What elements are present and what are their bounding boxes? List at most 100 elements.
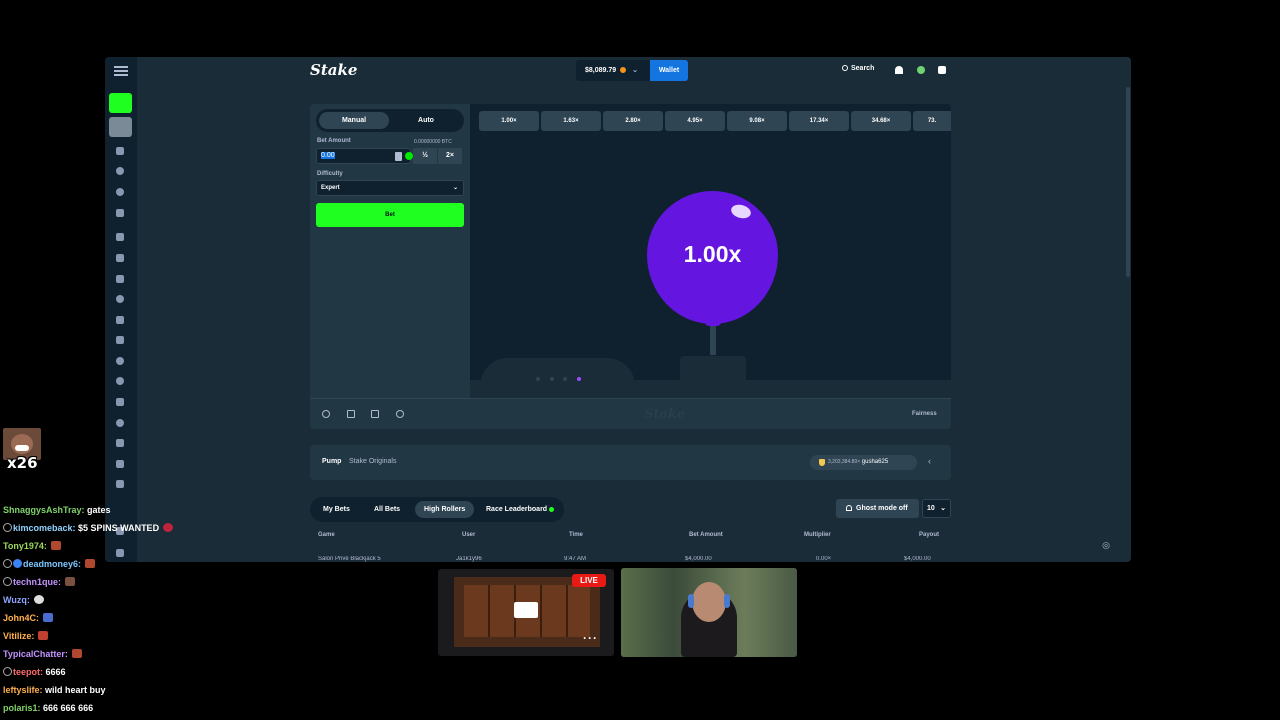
game-container: Manual Auto Bet Amount 0.00000000 BTC 0.… [310,104,951,429]
chat-text: 6666 [45,667,66,677]
bet-button[interactable]: Bet [316,203,464,227]
difficulty-select[interactable]: Expert ⌄ [316,180,464,196]
chat-user[interactable]: kimcomeback: [13,523,76,533]
slots-icon[interactable] [116,275,124,283]
row-user[interactable]: Ja1k1y96 [456,556,482,562]
chat-message: leftyslife: wild heart buy [3,683,106,697]
game-provider[interactable]: Stake Originals [349,458,396,465]
roulette-icon[interactable] [116,357,124,365]
bet-amount-value: 0.00 [321,152,335,159]
sidebar-casino-tile[interactable] [109,93,132,113]
pump-stem [710,325,716,355]
bet-amount-label: Bet Amount [317,138,351,144]
chat-user[interactable]: techn1que: [13,577,61,587]
chat-user[interactable]: Vitilize: [3,631,34,641]
tab-all-bets[interactable]: All Bets [365,501,409,518]
originals-icon[interactable] [116,209,124,217]
chat-user[interactable]: TypicalChatter: [3,649,68,659]
sidebar-sports-tile[interactable] [109,117,132,137]
ghost-icon [846,505,852,511]
chevron-down-icon: ⌄ [940,505,946,512]
live-casino-icon[interactable] [116,295,124,303]
rocket-icon[interactable] [116,336,124,344]
wheel-icon[interactable] [116,377,124,385]
releases-icon[interactable] [116,480,124,488]
user-icon[interactable] [895,66,903,74]
gift-icon[interactable] [116,316,124,324]
stats-icon[interactable] [371,410,379,418]
race-leaderboard-label: Race Leaderboard [486,506,548,513]
chat-user[interactable]: polaris1: [3,703,41,713]
ghost-mode-button[interactable]: Ghost mode off [836,499,919,518]
chat-user[interactable]: leftyslife: [3,685,43,695]
chat-user[interactable]: teepot: [13,667,43,677]
theatre-mode-icon[interactable] [347,410,355,418]
stepper-icon[interactable] [395,152,402,161]
top-win-badge[interactable]: 3,203,384.89× gusha625 [810,455,917,470]
fire-icon[interactable] [116,233,124,241]
stake-logo[interactable]: Stake [310,61,357,79]
wallet-button[interactable]: Wallet [650,60,688,81]
search-button[interactable]: Search [842,65,874,72]
tab-auto[interactable]: Auto [391,112,461,129]
game-shows-icon[interactable] [116,398,124,406]
game-area[interactable]: 1.00× 1.63× 2.80× 4.95× 9.08× 17.34× 34.… [470,104,951,398]
chat-icon[interactable] [938,66,946,74]
badge-icon [3,667,12,676]
dice-icon[interactable] [116,419,124,427]
row-count-select[interactable]: 10 ⌄ [922,499,951,518]
support-icon[interactable]: ◎ [1098,540,1114,554]
streamer-emote: x26 [3,428,41,474]
table-games-icon[interactable] [116,439,124,447]
chat-user[interactable]: Wuzq: [3,595,30,605]
row-game[interactable]: Salon Privé Blackjack 5 [318,556,381,562]
tab-my-bets[interactable]: My Bets [314,501,359,518]
chip-icon[interactable] [116,188,124,196]
more-options-icon[interactable]: ··· [583,631,598,645]
table-row[interactable]: Salon Privé Blackjack 5 Ja1k1y96 9:47 AM… [318,556,948,562]
progress-dot [550,377,554,381]
bookmark-icon[interactable] [116,254,124,262]
half-bet-button[interactable]: ½ [413,148,437,164]
top-win-amount: 3,203,384.89× [828,459,861,465]
emote-icon [163,523,174,532]
stream-thumbnail-live[interactable]: LIVE ··· [438,569,614,656]
chat-message: deadmoney6: [3,557,96,571]
chat-message: John4C: [3,611,53,625]
screen-share-icon [514,602,538,618]
emote-icon [38,631,49,640]
chat-user[interactable]: Tony1974: [3,541,47,551]
emote-icon [43,613,53,622]
chat-user[interactable]: ShnaggysAshTray: [3,505,85,515]
currency-icon [405,152,413,160]
tab-high-rollers[interactable]: High Rollers [415,501,475,518]
tab-race-leaderboard[interactable]: Race Leaderboard [477,501,563,518]
headphones-icon [724,594,730,608]
fairness-link[interactable]: Fairness [912,411,937,417]
settings-icon[interactable] [322,410,330,418]
current-multiplier: 1.00x [683,241,742,267]
menu-icon[interactable] [114,66,128,76]
favourite-star-icon[interactable] [396,410,404,418]
poker-icon[interactable] [116,460,124,468]
ghost-mode-label: Ghost mode off [856,505,908,512]
tab-manual[interactable]: Manual [319,112,389,129]
chat-message: ShnaggysAshTray: gates [3,503,111,517]
column-bet-amount: Bet Amount [689,532,723,538]
multiplier-step: 2.80× [603,111,663,131]
chat-user[interactable]: deadmoney6: [23,559,81,569]
bet-amount-input[interactable]: 0.00 [316,148,413,164]
chat-user[interactable]: John4C: [3,613,39,623]
clock-icon[interactable] [116,167,124,175]
chevron-down-icon: ⌄ [632,67,638,74]
star-icon[interactable] [116,147,124,155]
rewards-icon[interactable] [917,66,925,74]
column-game: Game [318,532,335,538]
multiplier-track: 1.00× 1.63× 2.80× 4.95× 9.08× 17.34× 34.… [479,111,951,131]
double-bet-button[interactable]: 2× [438,148,462,164]
balance-selector[interactable]: $8,089.79 ⌄ [576,60,650,81]
language-icon[interactable] [116,549,124,557]
scrollbar[interactable] [1126,87,1130,277]
emote-icon [50,541,61,550]
chevron-left-icon[interactable]: ‹ [928,456,931,466]
